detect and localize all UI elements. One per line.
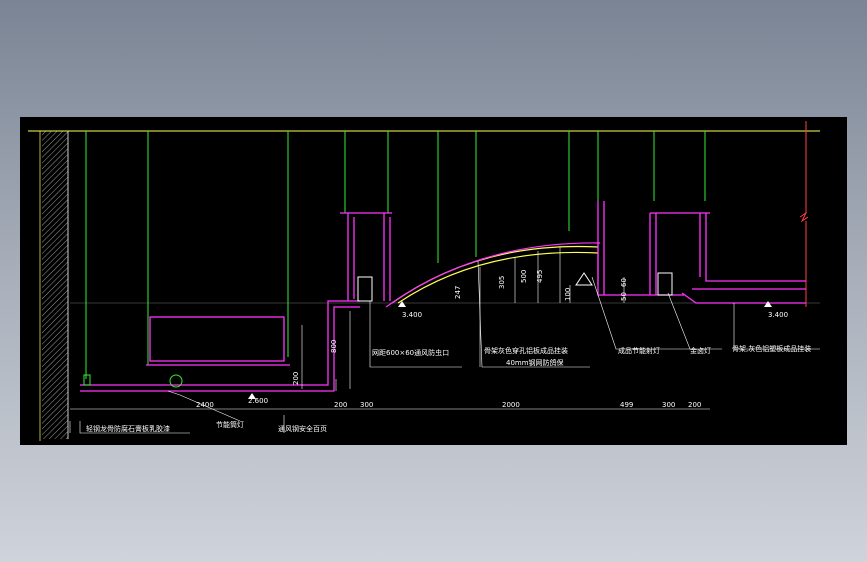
ceiling-section-drawing: 2.600 3.400 3.400 2400 200 300 2000 499 …	[28, 121, 820, 441]
annotation-left-ceiling: 轻钢龙骨防腐石膏板乳胶漆	[86, 424, 170, 433]
dim-curve-5: 100	[564, 288, 572, 301]
annotation-fluorescent: 节能筒灯	[216, 420, 244, 429]
annotation-vent: 网距600×60通风防虫口	[372, 348, 449, 357]
dim-curve-7: 50	[620, 292, 628, 301]
dim-bottom-4: 2000	[502, 401, 520, 409]
dim-vertical-1: 800	[330, 340, 338, 353]
dim-bottom-3: 300	[360, 401, 373, 409]
break-mark	[799, 211, 809, 223]
cad-viewport[interactable]: 2.600 3.400 3.400 2400 200 300 2000 499 …	[20, 117, 847, 445]
annotation-frame: 骨架灰色穿孔铝板成品挂装	[484, 346, 568, 355]
annotation-spotlight: 成品节能射灯	[618, 346, 660, 355]
wall-hatch	[42, 131, 68, 439]
dim-bottom-5: 499	[620, 401, 633, 409]
elevation-middle: 3.400	[402, 311, 422, 319]
dim-curve-4: 495	[536, 270, 544, 283]
dim-curve-6: 60	[620, 278, 628, 287]
dim-vertical-2: 200	[292, 372, 300, 385]
annotation-right-panel: 骨架,灰色铝塑板成品挂装	[732, 344, 811, 353]
elevation-left: 2.600	[248, 397, 268, 405]
elevation-right: 3.400	[768, 311, 788, 319]
dim-bottom-6: 300	[662, 401, 675, 409]
dim-curve-3: 500	[520, 270, 528, 283]
dim-curve-1: 247	[454, 286, 462, 299]
annotation-downlight: 金卤灯	[690, 346, 711, 355]
annotation-vent-pipe: 通风钢安全百页	[278, 424, 327, 433]
dim-bottom-1: 2400	[196, 401, 214, 409]
ceiling-profile	[80, 201, 806, 392]
hanger-rods	[85, 131, 706, 379]
light-fixtures	[83, 272, 673, 388]
dim-bottom-7: 200	[688, 401, 701, 409]
annotation-plate: 40mm钢网防鸽保	[506, 358, 564, 367]
dim-curve-2: 305	[498, 276, 506, 289]
dim-bottom-2: 200	[334, 401, 347, 409]
